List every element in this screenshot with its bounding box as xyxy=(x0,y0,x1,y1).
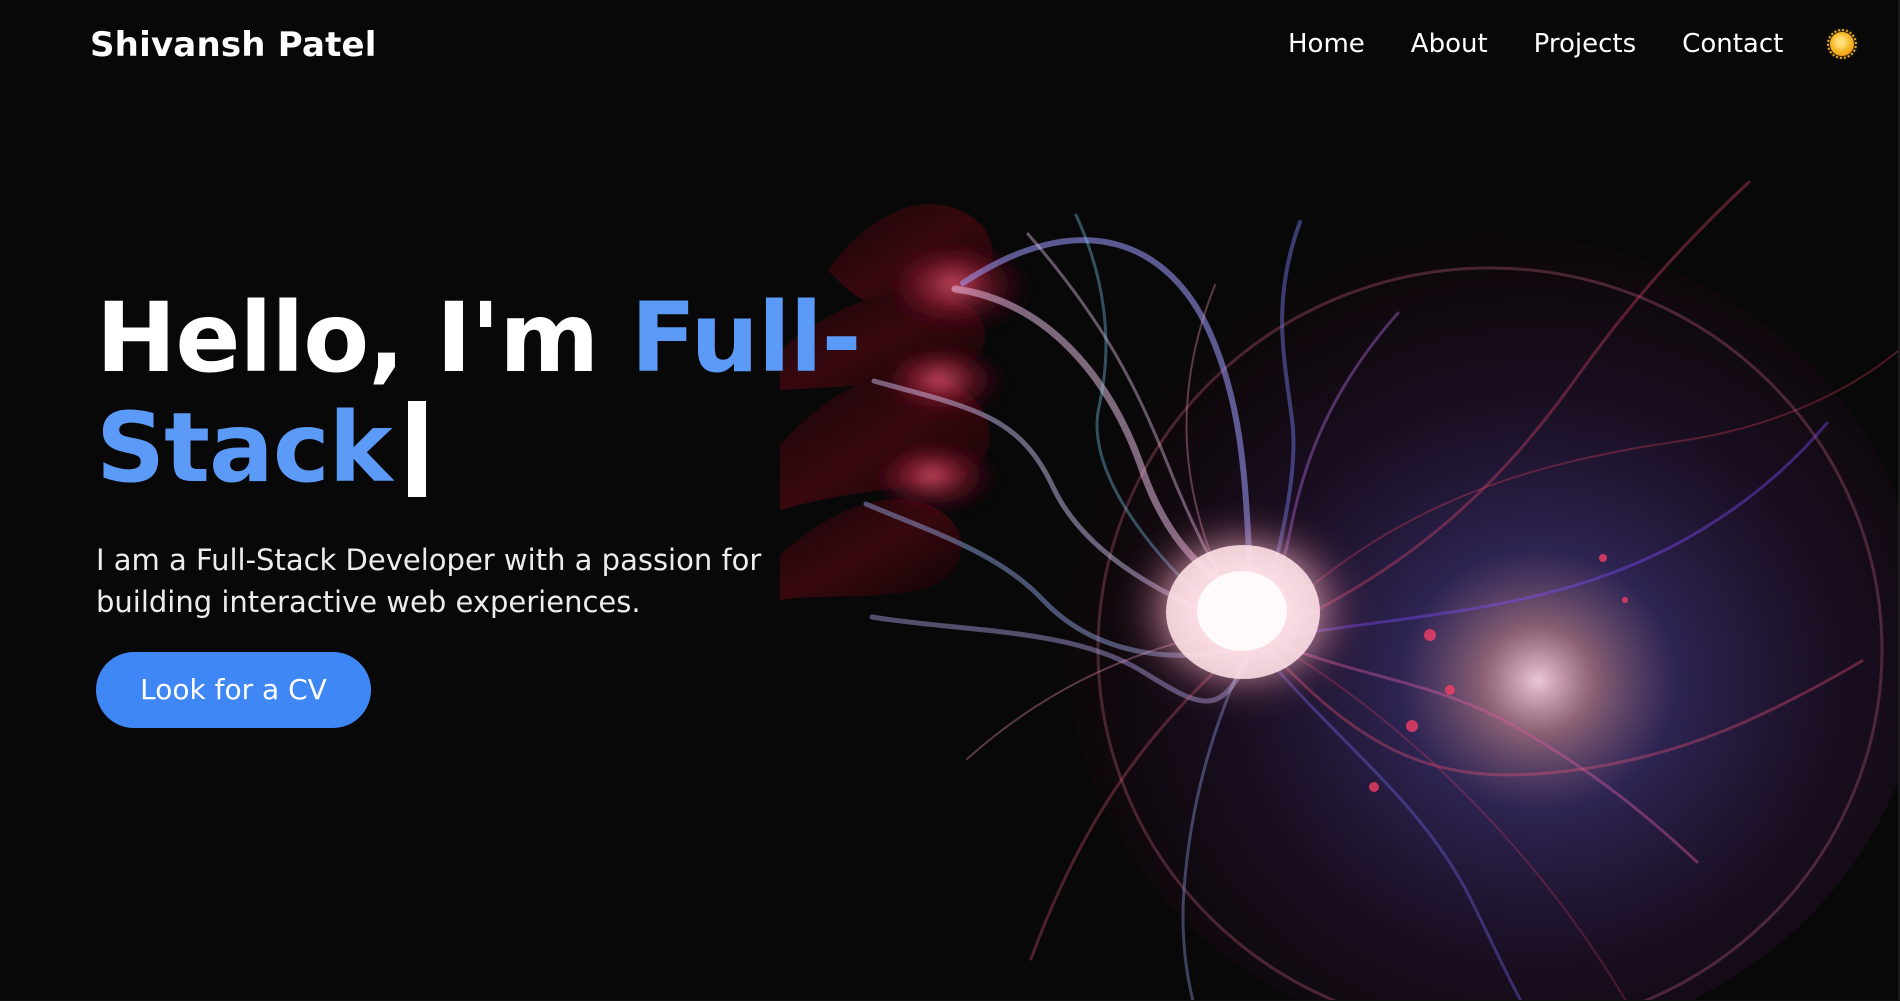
portfolio-page: Shivansh Patel Home About Projects Conta… xyxy=(0,0,1900,1001)
hero-heading-accent-line-1: Full- xyxy=(630,282,862,394)
hero-heading: Hello, I'm Full- Stack| xyxy=(96,283,956,503)
sun-icon[interactable] xyxy=(1827,29,1857,59)
plasma-sparks xyxy=(1369,554,1628,792)
hero-heading-accent-line-2: Stack xyxy=(96,392,393,504)
plasma-globe-aura xyxy=(1065,235,1898,1000)
top-navigation: Shivansh Patel Home About Projects Conta… xyxy=(0,0,1898,88)
typing-cursor: | xyxy=(407,401,426,497)
nav-link-projects[interactable]: Projects xyxy=(1534,26,1637,62)
hero-heading-prefix: Hello, I'm xyxy=(96,282,631,394)
plasma-filaments xyxy=(863,180,1898,1000)
site-viewport: Shivansh Patel Home About Projects Conta… xyxy=(0,0,1898,1000)
primary-nav-links: Home About Projects Contact xyxy=(1288,26,1783,62)
brand-name[interactable]: Shivansh Patel xyxy=(90,24,377,66)
nav-link-contact[interactable]: Contact xyxy=(1682,26,1783,62)
plasma-globe-rim xyxy=(1096,266,1884,1000)
nav-link-home[interactable]: Home xyxy=(1288,26,1365,62)
hero-section: Hello, I'm Full- Stack| I am a Full-Stac… xyxy=(96,0,956,1000)
hero-description: I am a Full-Stack Developer with a passi… xyxy=(96,543,762,619)
look-for-cv-button[interactable]: Look for a CV xyxy=(96,652,371,728)
plasma-core xyxy=(1128,517,1358,703)
nav-link-about[interactable]: About xyxy=(1411,26,1488,62)
